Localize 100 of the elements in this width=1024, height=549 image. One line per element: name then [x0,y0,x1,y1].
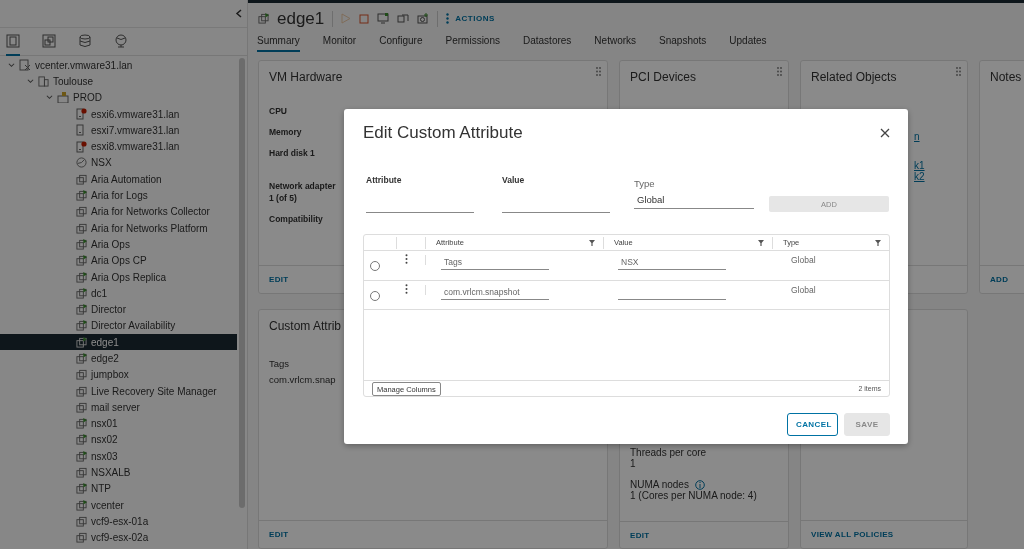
tree-item[interactable]: dc1 [0,285,237,302]
tree-item[interactable]: NTP [0,480,237,497]
actions-button[interactable]: ACTIONS [446,13,495,25]
tree-item[interactable]: Aria Ops CP [0,252,237,269]
type-select[interactable]: Global [634,191,754,209]
filter-icon[interactable] [758,239,764,246]
expand-down-icon[interactable] [46,94,53,102]
vm-running-icon [76,336,87,348]
toolbar-button[interactable] [417,12,430,25]
toolbar-button[interactable] [377,13,390,25]
vm-running-icon [76,271,87,283]
tab[interactable]: Snapshots [659,35,707,52]
migrate-icon [397,13,410,25]
tree-item[interactable]: Live Recovery Site Manager [0,382,237,400]
dialog-title: Edit Custom Attribute [363,123,523,143]
tree-item[interactable]: Aria Ops Replica [0,268,237,286]
tree-item[interactable]: esxi7.vmware31.lan [0,122,237,139]
vm-icon [76,206,87,218]
expand-down-icon[interactable] [8,61,15,69]
field-label: Memory [269,126,302,138]
tree-item[interactable]: NSXALB [0,464,237,481]
attribute-text: com.vrlcm.snap [269,374,337,385]
vm-title: edge1 [277,8,325,29]
drag-handle-icon[interactable] [596,67,601,76]
tree-item[interactable]: nsx02 [0,431,237,449]
cancel-button[interactable]: CANCEL [787,413,838,436]
tree-item[interactable]: nsx01 [0,415,237,432]
detail-label: NUMA nodes [630,479,705,491]
tree-item[interactable]: edge1 [0,334,237,351]
monitor-icon [377,13,390,25]
tab[interactable]: Datastores [523,35,572,52]
vm-icon [76,467,87,479]
tab[interactable]: Updates [729,35,767,52]
kebab-icon [446,13,450,25]
vm-running-icon [76,287,87,299]
field-label: CPU [269,105,287,117]
tab[interactable]: Summary [257,35,300,52]
hosts-icon [6,34,20,48]
vm-icon [76,369,87,381]
card-action-link[interactable]: EDIT [269,275,289,284]
tree-item[interactable]: vcenter.vmware31.lan [0,57,237,74]
filter-icon[interactable] [589,239,595,246]
vm-icon [76,515,87,527]
tree-item[interactable]: esxi6.vmware31.lan [0,105,237,123]
vm-running-icon [76,190,87,201]
card-title: Notes [990,70,1022,84]
tree-item[interactable]: vcenter [0,497,237,514]
card-action-link[interactable]: VIEW ALL POLICIES [811,530,894,539]
tab[interactable]: Configure [379,35,423,52]
kebab-icon [405,254,408,264]
detail-label: Threads per core [630,447,707,459]
tree-item[interactable]: Toulouse [0,73,237,90]
vms-icon [42,34,56,48]
toolbar-button[interactable] [397,13,410,25]
tree-item[interactable]: jumpbox [0,366,237,383]
tree-item[interactable]: vcf9-esx-01a [0,513,237,530]
card-action-link[interactable]: EDIT [630,530,650,540]
tree-item[interactable]: Aria Automation [0,171,237,188]
tree-item[interactable]: NSX [0,154,237,172]
inventory-tab[interactable] [6,34,20,56]
vm-icon [76,222,87,234]
field-label: Value [502,175,526,185]
vm-running-icon [76,353,87,364]
tree-item[interactable]: nsx03 [0,448,237,465]
tree-item[interactable]: Aria for Networks Platform [0,219,237,237]
info-icon[interactable] [694,479,705,490]
card-action-link[interactable]: EDIT [269,530,289,539]
toolbar-button[interactable] [359,13,370,24]
tab[interactable]: Networks [594,35,637,52]
tree-item[interactable]: esxi8.vmware31.lan [0,138,237,155]
tree-item[interactable]: mail server [0,399,237,416]
tree-item[interactable]: Director Availability [0,317,237,335]
value-input[interactable]: NSX [618,255,726,270]
link[interactable]: k2 [914,171,957,182]
tree-item[interactable]: Aria for Networks Collector [0,203,237,220]
drag-handle-icon[interactable] [777,67,782,76]
tab[interactable]: Permissions [445,35,500,52]
tree-item[interactable]: PROD [0,89,237,106]
tree-item[interactable]: Aria Ops [0,236,237,253]
cluster-icon [57,92,69,104]
close-button[interactable] [880,128,890,138]
expand-down-icon[interactable] [27,77,34,85]
card-action-link[interactable]: ADD [990,275,1009,284]
vm-icon [76,401,87,413]
link[interactable]: k1 [914,160,957,171]
field-label: Attribute [366,175,403,185]
drag-handle-icon[interactable] [956,67,961,76]
filter-icon[interactable] [875,239,881,246]
link[interactable]: n [914,131,957,142]
card-title: Custom Attrib [269,319,342,333]
vm-running-icon [76,418,87,430]
attribute-input[interactable]: Tags [441,255,549,270]
tab[interactable]: Monitor [322,35,357,52]
attribute-text: Tags [269,358,291,369]
collapse-icon[interactable] [235,9,243,18]
tree-item[interactable]: edge2 [0,350,237,367]
tree-item[interactable]: vcf9-esx-02a [0,529,237,546]
tree-item[interactable]: Director [0,301,237,318]
tree-item[interactable]: Aria for Logs [0,187,237,204]
attribute-input[interactable]: com.vrlcm.snapshot [441,284,549,300]
